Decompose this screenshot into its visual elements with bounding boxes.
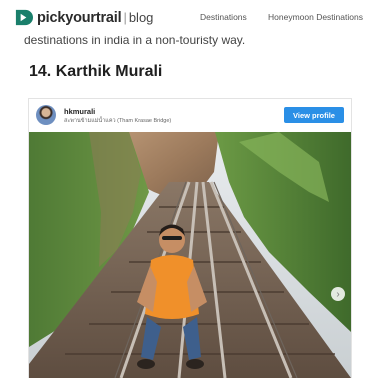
instagram-embed: hkmurali สะพานข้ามแม่น้ำแคว (Tham Krasae… [28, 98, 352, 378]
post-header: hkmurali สะพานข้ามแม่น้ำแคว (Tham Krasae… [29, 99, 351, 131]
post-username[interactable]: hkmurali [64, 107, 95, 116]
section-heading: 14. Karthik Murali [29, 63, 163, 80]
nav-destinations[interactable]: Destinations [200, 12, 247, 22]
logo-icon [15, 9, 33, 26]
logo-text: pickyourtrail [37, 9, 122, 26]
avatar[interactable] [36, 105, 56, 125]
post-location[interactable]: สะพานข้ามแม่น้ำแคว (Tham Krasae Bridge) [64, 117, 171, 125]
nav-honeymoon-destinations[interactable]: Honeymoon Destinations [268, 12, 363, 22]
post-photo [29, 132, 351, 378]
site-header: pickyourtrail | blog Destinations Honeym… [0, 0, 389, 36]
view-profile-button[interactable]: View profile [284, 107, 344, 123]
chevron-right-icon[interactable]: › [331, 287, 345, 301]
logo-blog-label: blog [128, 10, 154, 25]
site-logo[interactable]: pickyourtrail | blog [14, 8, 153, 27]
logo-separator: | [123, 10, 127, 25]
